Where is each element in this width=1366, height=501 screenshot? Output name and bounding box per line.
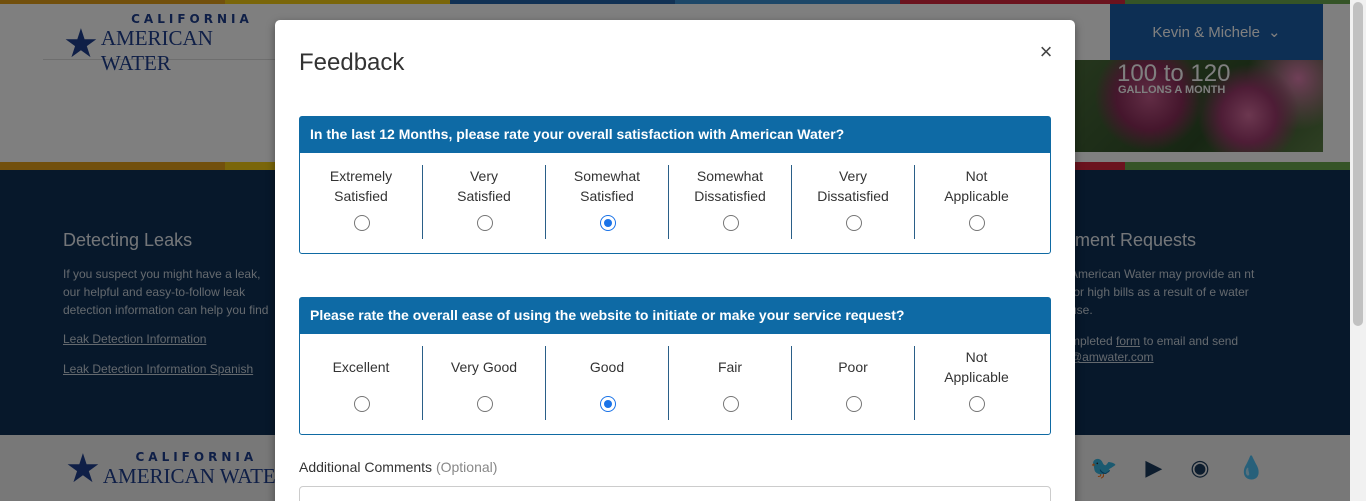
rating-radio[interactable] bbox=[600, 215, 616, 231]
feedback-modal: Feedback × In the last 12 Months, please… bbox=[275, 20, 1075, 501]
rating-option-label: Somewhat Dissatisfied bbox=[694, 168, 766, 204]
comments-optional-text: (Optional) bbox=[435, 459, 498, 475]
rating-radio[interactable] bbox=[600, 396, 616, 412]
rating-option-label: Fair bbox=[717, 359, 743, 375]
scrollbar-thumb[interactable] bbox=[1353, 2, 1363, 326]
rating-option[interactable]: Not Applicable bbox=[915, 165, 1038, 239]
rating-radio[interactable] bbox=[477, 396, 493, 412]
rating-radio[interactable] bbox=[477, 215, 493, 231]
rating-option[interactable]: Somewhat Dissatisfied bbox=[669, 165, 792, 239]
rating-option-label: Very Dissatisfied bbox=[817, 168, 889, 204]
rating-radio[interactable] bbox=[969, 215, 985, 231]
rating-option[interactable]: Very Dissatisfied bbox=[792, 165, 915, 239]
rating-option[interactable]: Very Good bbox=[423, 346, 546, 420]
rating-radio[interactable] bbox=[969, 396, 985, 412]
rating-radio[interactable] bbox=[846, 215, 862, 231]
rating-option-label: Poor bbox=[838, 359, 868, 375]
rating-option-label: Somewhat Satisfied bbox=[573, 168, 641, 204]
rating-option[interactable]: Not Applicable bbox=[915, 346, 1038, 420]
modal-title: Feedback bbox=[299, 49, 405, 76]
rating-option[interactable]: Poor bbox=[792, 346, 915, 420]
rating-option-label: Very Good bbox=[450, 359, 518, 375]
rating-option[interactable]: Good bbox=[546, 346, 669, 420]
comments-label-text: Additional Comments bbox=[299, 459, 433, 475]
rating-option[interactable]: Excellent bbox=[300, 346, 423, 420]
rating-radio[interactable] bbox=[846, 396, 862, 412]
rating-radio[interactable] bbox=[354, 215, 370, 231]
question-satisfaction: In the last 12 Months, please rate your … bbox=[299, 116, 1051, 254]
rating-radio[interactable] bbox=[723, 396, 739, 412]
rating-option[interactable]: Very Satisfied bbox=[423, 165, 546, 239]
rating-options: Extremely Satisfied Very Satisfied Somewha… bbox=[300, 153, 1050, 239]
rating-option[interactable]: Extremely Satisfied bbox=[300, 165, 423, 239]
question-text: Please rate the overall ease of using th… bbox=[300, 298, 1050, 334]
rating-option-label: Not Applicable bbox=[944, 168, 1009, 204]
question-text: In the last 12 Months, please rate your … bbox=[300, 117, 1050, 153]
rating-options: Excellent Very Good Good Fair Poor Not Applic… bbox=[300, 334, 1050, 420]
rating-option-label: Not Applicable bbox=[944, 349, 1009, 385]
rating-option[interactable]: Somewhat Satisfied bbox=[546, 165, 669, 239]
rating-radio[interactable] bbox=[354, 396, 370, 412]
comments-label: Additional Comments (Optional) bbox=[299, 459, 497, 475]
question-ease-of-use: Please rate the overall ease of using th… bbox=[299, 297, 1051, 435]
close-button[interactable]: × bbox=[1035, 41, 1057, 63]
rating-option-label: Very Satisfied bbox=[457, 168, 511, 204]
rating-option[interactable]: Fair bbox=[669, 346, 792, 420]
rating-option-label: Extremely Satisfied bbox=[329, 168, 393, 204]
rating-option-label: Excellent bbox=[332, 359, 390, 375]
rating-radio[interactable] bbox=[723, 215, 739, 231]
comments-textarea[interactable] bbox=[299, 486, 1051, 501]
rating-option-label: Good bbox=[589, 359, 625, 375]
page-scrollbar[interactable] bbox=[1350, 0, 1366, 501]
